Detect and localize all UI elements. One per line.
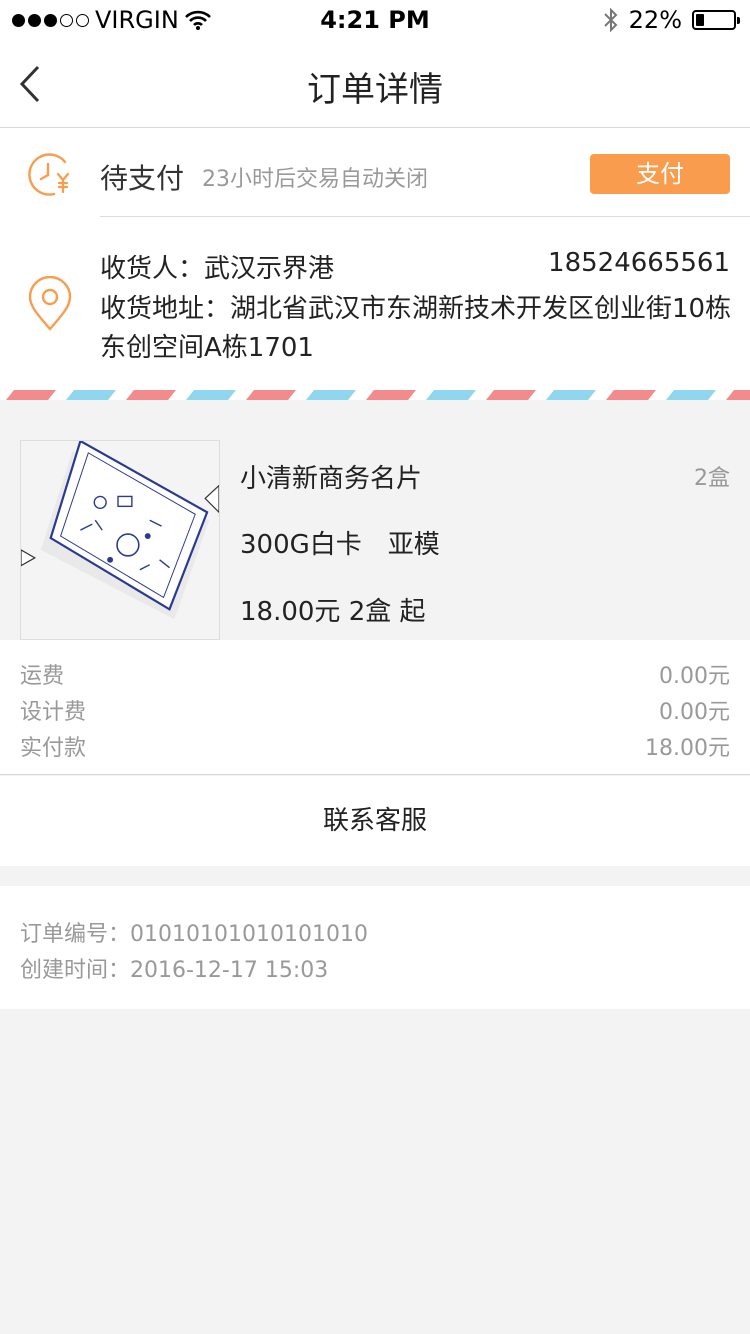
airmail-stripe <box>0 390 750 400</box>
receiver-phone: 18524665561 <box>548 248 730 278</box>
fee-value-total: 18.00元 <box>645 736 730 761</box>
nav-bar: 订单详情 <box>0 40 750 128</box>
fee-label-design: 设计费 <box>20 700 87 725</box>
order-created-time: 创建时间：2016-12-17 15:03 <box>20 958 329 983</box>
shipping-address: 收货地址：湖北省武汉市东湖新技术开发区创业街10栋东创空间A栋1701 <box>100 294 732 363</box>
battery-percent: 22% <box>628 6 682 34</box>
product-quantity: 2盒 <box>694 466 730 491</box>
fee-label-total: 实付款 <box>20 736 87 761</box>
location-pin-icon <box>28 276 72 331</box>
battery-fill <box>696 14 704 26</box>
bluetooth-icon <box>603 7 618 33</box>
battery-icon <box>692 10 740 30</box>
fee-summary <box>0 640 750 775</box>
order-status-hint: 23小时后交易自动关闭 <box>202 167 428 192</box>
order-number: 订单编号：01010101010101010 <box>20 922 368 947</box>
product-price: 18.00元 2盒 起 <box>240 597 426 627</box>
clock-yuan-icon <box>28 153 70 196</box>
divider <box>100 216 750 217</box>
fee-label-shipping: 运费 <box>20 664 65 689</box>
pay-button[interactable]: 支付 <box>590 154 730 194</box>
status-right-group: 22% <box>603 6 740 34</box>
order-status-label: 待支付 <box>100 162 185 195</box>
receiver-name: 收货人：武汉示界港 <box>100 254 335 284</box>
product-thumbnail <box>20 440 220 640</box>
product-name: 小清新商务名片 <box>240 464 423 494</box>
fee-value-design: 0.00元 <box>659 700 730 725</box>
product-spec: 300G白卡 亚模 <box>240 530 440 560</box>
contact-service-button[interactable]: 联系客服 <box>0 776 750 866</box>
status-bar: VIRGIN 4:21 PM 22% <box>0 0 750 40</box>
fee-value-shipping: 0.00元 <box>659 664 730 689</box>
page-title: 订单详情 <box>307 70 443 110</box>
